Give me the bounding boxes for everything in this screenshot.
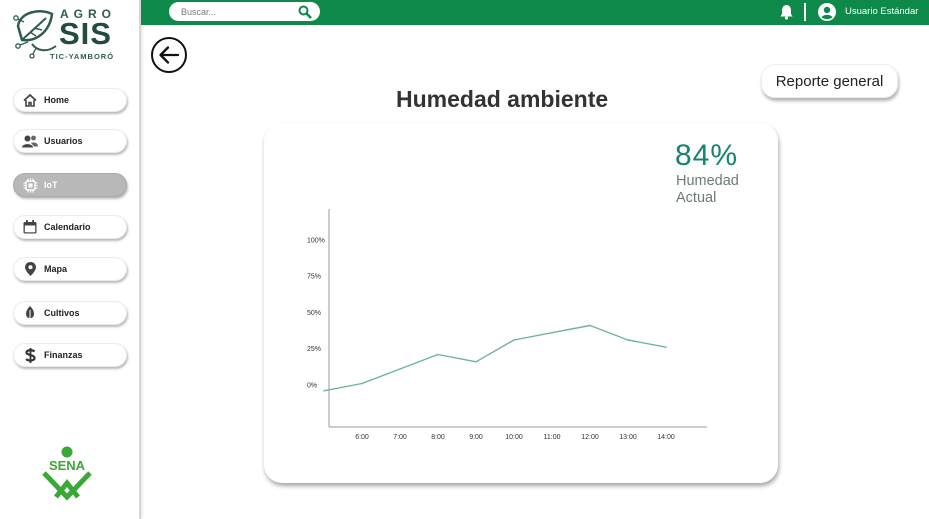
x-tick-label: 13:00 <box>619 434 637 441</box>
sidebar-item-label: Usuarios <box>44 136 83 146</box>
search-icon[interactable] <box>298 5 312 19</box>
search-input[interactable] <box>181 6 291 17</box>
x-tick-label: 6:00 <box>355 434 369 441</box>
data-point <box>323 390 325 392</box>
dollar-icon <box>22 347 38 363</box>
report-general-button[interactable]: Reporte general <box>761 64 898 98</box>
arrow-left-icon <box>159 46 180 64</box>
sidebar-item-home[interactable]: Home <box>13 88 127 112</box>
sidebar-item-finanzas[interactable]: Finanzas <box>13 343 127 367</box>
data-point <box>399 368 401 370</box>
current-humidity-value: 84% <box>675 139 739 172</box>
current-humidity-label: Humedad Actual <box>676 173 739 206</box>
leaf-icon <box>22 305 38 321</box>
sidebar-item-calendario[interactable]: Calendario <box>13 215 127 239</box>
topbar-divider <box>804 3 806 21</box>
data-point <box>437 353 439 356</box>
user-avatar-icon[interactable] <box>818 3 836 21</box>
y-tick-label: 25% <box>307 346 321 353</box>
map-pin-icon <box>22 261 38 277</box>
chip-icon <box>22 177 38 193</box>
y-tick-label: 50% <box>307 310 321 317</box>
user-name[interactable]: Usuario Estándar <box>845 6 918 17</box>
sidebar-item-label: Finanzas <box>44 350 83 360</box>
x-tick-label: 9:00 <box>469 434 483 441</box>
search-box <box>169 2 320 21</box>
sidebar-item-label: Calendario <box>44 222 91 232</box>
sidebar: AGRO SIS TIC-YAMBORÓ Home Usuarios IoT C… <box>0 0 141 519</box>
data-point <box>627 339 629 341</box>
logo-tic-text: TIC-YAMBORÓ <box>50 52 115 61</box>
data-point <box>665 346 667 349</box>
y-tick-label: 0% <box>307 383 317 390</box>
x-tick-label: 14:00 <box>657 434 675 441</box>
humidity-line-chart: 100% 75% 50% 25% 0% 6:00 7:00 8:00 9:00 10:00 11:0… <box>307 209 707 441</box>
back-button[interactable] <box>151 37 187 73</box>
y-tick-label: 75% <box>307 274 321 281</box>
sena-logo: SENA <box>38 445 96 501</box>
data-point <box>475 360 477 363</box>
home-icon <box>22 92 38 108</box>
data-point <box>551 331 553 334</box>
sidebar-item-label: Mapa <box>44 264 68 274</box>
calendar-icon <box>22 219 38 235</box>
page-title: Humedad ambiente <box>396 86 609 112</box>
sidebar-item-iot[interactable]: IoT <box>13 173 127 197</box>
sidebar-item-label: IoT <box>44 180 58 190</box>
x-tick-label: 8:00 <box>431 434 445 441</box>
data-point <box>513 339 515 341</box>
y-tick-label: 100% <box>307 237 325 244</box>
sidebar-item-label: Cultivos <box>44 308 80 318</box>
sena-text: SENA <box>49 458 86 473</box>
users-icon <box>22 133 38 149</box>
x-tick-label: 12:00 <box>581 434 599 441</box>
sidebar-item-cultivos[interactable]: Cultivos <box>13 301 127 325</box>
logo-sis-text: SIS <box>59 16 112 51</box>
humidity-series-line <box>323 324 667 392</box>
x-tick-label: 7:00 <box>393 434 407 441</box>
sidebar-item-usuarios[interactable]: Usuarios <box>13 129 127 153</box>
agrosis-logo: AGRO SIS TIC-YAMBORÓ <box>12 6 116 64</box>
data-point <box>589 324 591 327</box>
sidebar-item-label: Home <box>44 95 70 105</box>
data-point <box>361 382 363 385</box>
bell-icon[interactable] <box>780 4 793 20</box>
x-tick-label: 11:00 <box>544 434 561 441</box>
x-tick-label: 10:00 <box>505 434 523 441</box>
sidebar-item-mapa[interactable]: Mapa <box>13 257 127 281</box>
top-bar: Usuario Estándar <box>141 0 929 25</box>
